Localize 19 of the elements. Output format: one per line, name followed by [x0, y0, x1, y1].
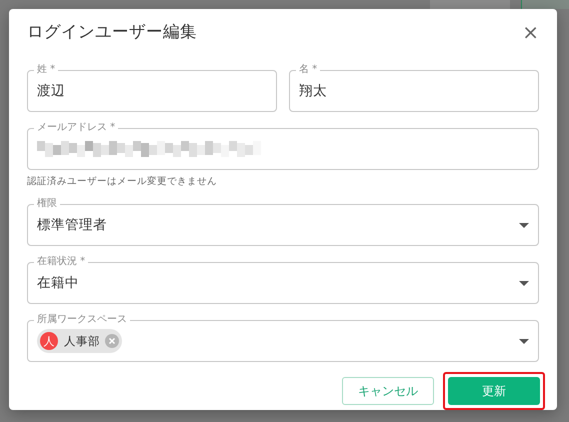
helper-text: 認証済みユーザーはメール変更できません [27, 175, 218, 188]
field-value: 在籍中 [37, 274, 80, 292]
field-value: 翔太 [299, 82, 328, 100]
dropdown-caret-icon[interactable] [519, 338, 529, 344]
input-field[interactable]: 名 * 翔太 [289, 63, 539, 112]
select-field[interactable]: 在籍状況 * 在籍中 [27, 255, 539, 304]
close-button[interactable]: × [518, 20, 543, 44]
select-field[interactable]: 権限 標準管理者 [27, 197, 539, 246]
dialog-title: ログインユーザー編集 [27, 21, 197, 43]
workspace-chip[interactable]: 人 人事部 [37, 329, 122, 353]
avatar: 人 [40, 332, 58, 350]
input-field[interactable]: メールアドレス * [27, 121, 539, 170]
select-field[interactable]: 所属ワークスペース 人 人事部 [27, 313, 539, 362]
chip-label: 人事部 [64, 334, 100, 348]
dropdown-caret-icon[interactable] [519, 222, 529, 228]
field-value: 標準管理者 [37, 216, 108, 234]
input-field[interactable]: 姓 * 渡辺 [27, 63, 277, 112]
field-value: 渡辺 [37, 82, 66, 100]
dropdown-caret-icon[interactable] [519, 280, 529, 286]
